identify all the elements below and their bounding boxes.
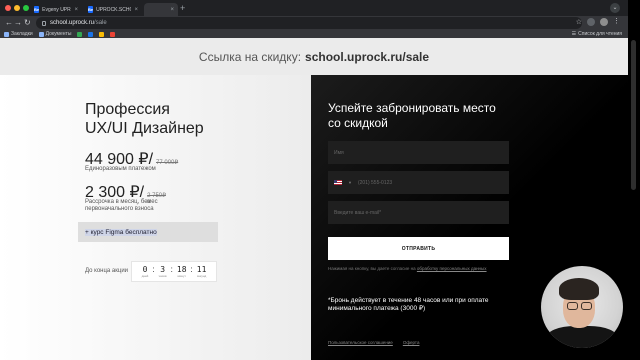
chevron-down-icon[interactable]: ▼ bbox=[348, 180, 352, 185]
bookmark-folder[interactable]: Закладки bbox=[4, 31, 33, 37]
presenter-hair bbox=[559, 278, 599, 300]
profile-avatar[interactable] bbox=[600, 18, 608, 26]
footer-links: Пользовательское соглашение Оферта bbox=[328, 340, 419, 345]
screen: Be Evgeny UPROCK on Behance × Be UPROCK.… bbox=[0, 0, 640, 360]
extension-icon[interactable] bbox=[587, 18, 595, 26]
submit-button[interactable]: ОТПРАВИТЬ bbox=[328, 237, 509, 260]
site-icon bbox=[110, 31, 116, 37]
new-tab-button[interactable]: + bbox=[180, 3, 185, 13]
timer-days: 0 дней bbox=[141, 265, 149, 278]
close-icon[interactable]: × bbox=[134, 7, 138, 13]
phone-field[interactable]: ▼ (201) 555-0123 bbox=[328, 171, 509, 194]
menu-icon[interactable]: ⋮ bbox=[613, 18, 620, 26]
browser-toolbar: ← → ↻ school.uprock.ru/sale ☆ ⋮ bbox=[0, 16, 628, 30]
timer-seconds: 11 секунд bbox=[196, 265, 207, 278]
timer-separator: : bbox=[190, 265, 193, 274]
tab-uprock-school[interactable]: × bbox=[144, 3, 178, 16]
timer-hours: 3 часов bbox=[158, 265, 167, 278]
bookmark-item[interactable] bbox=[77, 31, 83, 37]
forward-icon[interactable]: → bbox=[14, 17, 22, 29]
reading-list-icon: ☰ bbox=[571, 31, 577, 37]
timer-minutes: 18 минут bbox=[176, 265, 187, 278]
full-price-old: 77 000₽ bbox=[156, 160, 179, 166]
reading-list-button[interactable]: ☰ Список для чтения bbox=[572, 30, 622, 38]
url-text: school.uprock.ru/sale bbox=[50, 20, 107, 26]
bookmarks-bar: Закладки Документы ☰ Список для чтения bbox=[0, 30, 628, 38]
page-scrollbar[interactable] bbox=[628, 0, 640, 360]
us-flag-icon[interactable] bbox=[334, 180, 342, 185]
reload-icon[interactable]: ↻ bbox=[24, 17, 31, 29]
web-page: Ссылка на скидку: school.uprock.ru/sale … bbox=[0, 38, 628, 360]
bookmark-star-icon[interactable]: ☆ bbox=[576, 18, 582, 26]
address-bar[interactable]: school.uprock.ru/sale bbox=[36, 17, 582, 29]
glasses-left bbox=[567, 302, 578, 310]
tab-behance-school[interactable]: Be UPROCK.SCHOOL on Behance × bbox=[84, 3, 142, 16]
tab-search-icon[interactable]: ⌄ bbox=[610, 3, 620, 13]
offer-link[interactable]: Оферта bbox=[403, 340, 420, 345]
glasses-right bbox=[581, 302, 592, 310]
presenter-body bbox=[546, 326, 618, 348]
promo-text: Ссылка на скидку: bbox=[198, 49, 302, 64]
window-controls bbox=[5, 5, 29, 11]
lock-icon bbox=[42, 20, 46, 26]
course-offer-panel: Профессия UX/UI Дизайнер 44 900 ₽/ 77 00… bbox=[0, 75, 311, 360]
bookmark-item[interactable] bbox=[110, 31, 116, 37]
tab-behance-evgeny[interactable]: Be Evgeny UPROCK on Behance × bbox=[30, 3, 82, 16]
bookmark-item[interactable] bbox=[88, 31, 94, 37]
toolbar-actions: ☆ ⋮ bbox=[576, 18, 620, 26]
course-title: Профессия UX/UI Дизайнер bbox=[85, 101, 204, 137]
tab-title: UPROCK.SCHOOL on Behance bbox=[96, 6, 132, 13]
scrollbar-thumb[interactable] bbox=[631, 40, 636, 190]
promo-banner: Ссылка на скидку: school.uprock.ru/sale bbox=[0, 38, 628, 75]
privacy-link[interactable]: обработку персональных данных bbox=[417, 266, 487, 271]
maximize-window-button[interactable] bbox=[23, 5, 29, 11]
full-price-caption: Единоразовым платежом bbox=[85, 166, 156, 172]
site-icon bbox=[88, 31, 94, 37]
close-icon[interactable]: × bbox=[74, 7, 78, 13]
site-icon bbox=[99, 31, 105, 37]
folder-icon bbox=[38, 31, 44, 37]
form-title: Успейте забронировать место со скидкой bbox=[328, 101, 496, 130]
bookmark-item[interactable] bbox=[99, 31, 105, 37]
name-field[interactable]: Имя bbox=[328, 141, 509, 164]
promo-link[interactable]: school.uprock.ru/sale bbox=[305, 50, 429, 64]
email-field[interactable]: Введите ваш e-mail* bbox=[328, 201, 509, 224]
consent-text: Нажимая на кнопку, вы даете согласие на … bbox=[328, 266, 487, 271]
tab-title: Evgeny UPROCK on Behance bbox=[42, 6, 71, 13]
installment-caption: Рассрочка в месяц, без первоначального в… bbox=[85, 199, 154, 212]
back-icon[interactable]: ← bbox=[5, 17, 13, 29]
behance-icon: Be bbox=[34, 6, 40, 13]
timer-separator: : bbox=[170, 265, 173, 274]
close-window-button[interactable] bbox=[5, 5, 11, 11]
user-agreement-link[interactable]: Пользовательское соглашение bbox=[328, 340, 393, 345]
bonus-text: + курс Figma бесплатно bbox=[85, 228, 157, 236]
bonus-badge: + курс Figma бесплатно bbox=[78, 222, 218, 242]
folder-icon bbox=[4, 31, 9, 37]
countdown-timer: 0 дней : 3 часов : 18 минут : 11 секунд bbox=[131, 261, 217, 282]
minimize-window-button[interactable] bbox=[14, 5, 20, 11]
webcam-overlay bbox=[541, 266, 623, 348]
browser-tab-bar: Be Evgeny UPROCK on Behance × Be UPROCK.… bbox=[0, 0, 628, 16]
countdown-label: До конца акции bbox=[85, 268, 129, 274]
timer-separator: : bbox=[152, 265, 155, 274]
behance-icon: Be bbox=[88, 6, 94, 13]
close-icon[interactable]: × bbox=[170, 7, 174, 13]
site-icon bbox=[77, 31, 83, 37]
bookmark-folder[interactable]: Документы bbox=[38, 31, 71, 37]
booking-note: *Бронь действует в течение 48 часов или … bbox=[328, 297, 489, 312]
